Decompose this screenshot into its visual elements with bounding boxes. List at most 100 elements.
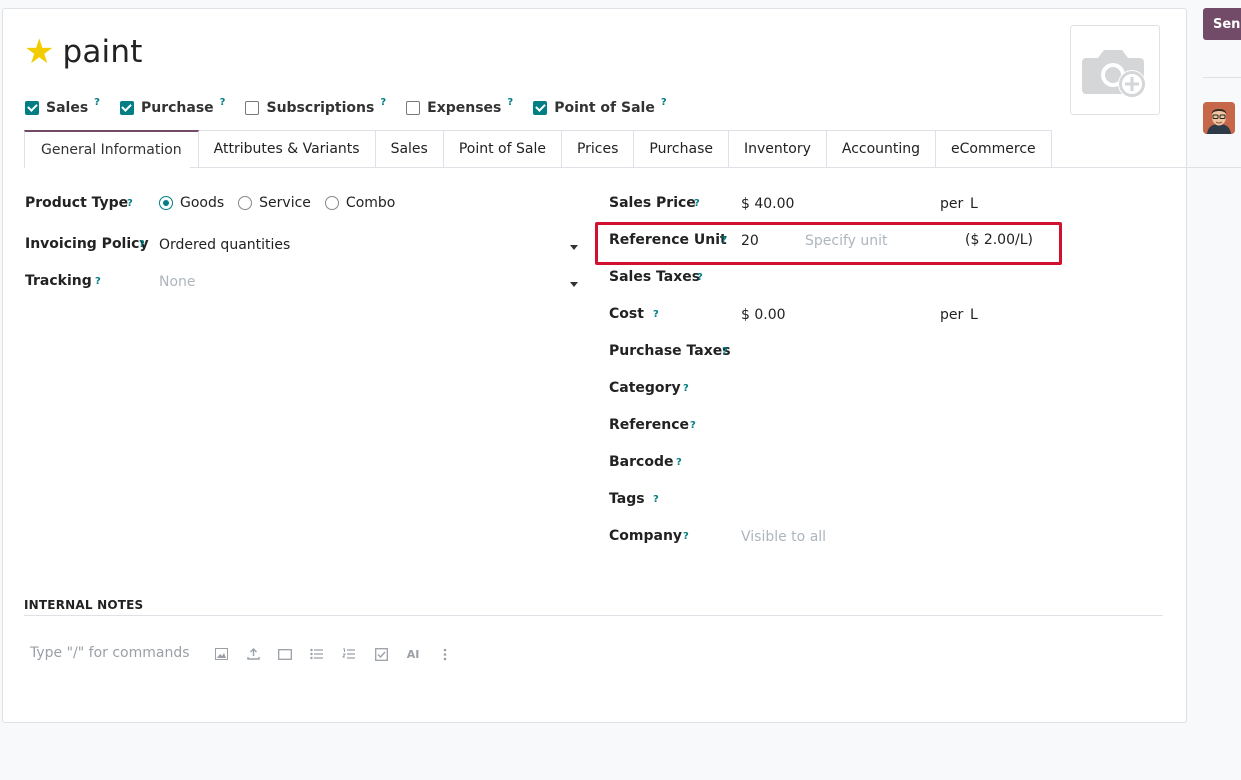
ai-icon[interactable]: AI [405,646,421,662]
tab-point-of-sale[interactable]: Point of Sale [443,130,562,168]
radio-selected[interactable] [159,196,173,210]
sales-price-label: Sales Price [609,195,696,211]
tab-attributes-variants[interactable]: Attributes & Variants [198,130,376,168]
internal-notes-divider [24,615,1163,616]
help-icon[interactable]: ? [95,276,101,287]
help-icon[interactable]: ? [694,198,700,209]
tags-label: Tags [609,491,645,507]
barcode-label: Barcode [609,454,674,470]
sales-price-unit: L [970,196,978,212]
invoicing-policy-label: Invoicing Policy [25,236,149,252]
product-type-radio-group: Goods Service Combo [159,195,409,211]
tab-prices[interactable]: Prices [561,130,635,168]
radio-unselected[interactable] [324,196,339,210]
sales-price-input[interactable]: $ 40.00 [741,196,794,212]
internal-notes-title: INTERNAL NOTES [24,598,144,612]
notebook-tabs: General Information Attributes & Variant… [24,130,1052,168]
purchase-checkbox[interactable] [119,101,134,115]
subscriptions-checkbox[interactable] [245,101,260,115]
flag-point-of-sale[interactable]: Point of Sale ? [533,97,667,116]
product-flags: Sales ? Purchase ? Subscriptions ? Expen… [25,97,687,116]
frame-icon[interactable] [277,646,293,662]
cost-per: per [940,307,964,323]
help-icon[interactable]: ? [139,239,145,250]
help-icon[interactable]: ? [380,97,386,108]
flag-subscriptions[interactable]: Subscriptions ? [245,97,386,116]
help-icon[interactable]: ? [220,97,226,108]
editor-toolbar: AI [213,646,469,662]
radio-label: Goods [180,195,225,211]
cost-input[interactable]: $ 0.00 [741,307,786,323]
invoicing-policy-select[interactable]: Ordered quantities [159,237,290,253]
flag-expenses-label: Expenses [427,100,502,116]
flag-point-of-sale-label: Point of Sale [554,100,655,116]
cost-unit: L [970,307,978,323]
radio-label: Combo [345,195,396,211]
flag-expenses[interactable]: Expenses ? [406,97,513,116]
company-label: Company [609,528,683,544]
help-icon[interactable]: ? [127,198,133,209]
tab-inventory[interactable]: Inventory [728,130,827,168]
favorite-star-icon[interactable]: ★ [24,35,54,69]
help-icon[interactable]: ? [661,97,667,108]
more-options-icon[interactable] [437,646,453,662]
avatar[interactable] [1203,102,1235,134]
flag-subscriptions-label: Subscriptions [266,100,375,116]
internal-notes-editor[interactable]: Type "/" for commands [30,645,190,661]
tab-purchase[interactable]: Purchase [634,130,729,168]
upload-icon[interactable] [245,646,261,662]
tracking-label: Tracking [25,273,92,289]
product-type-label: Product Type [25,195,129,211]
reference-label: Reference [609,417,690,433]
tab-ecommerce[interactable]: eCommerce [936,130,1052,168]
reference-unit-quantity-input[interactable]: 20 [741,233,759,249]
radio-label: Service [259,195,311,211]
tabs-divider [190,167,1241,168]
help-icon[interactable]: ? [653,494,659,505]
tab-accounting[interactable]: Accounting [826,130,937,168]
category-label: Category [609,380,681,396]
reference-unit-label: Reference Unit [609,232,727,248]
reference-unit-price: ($ 2.00/L) [965,232,1033,248]
help-icon[interactable]: ? [683,383,689,394]
chatter-divider [1203,77,1241,78]
title-row: ★ paint [24,34,143,70]
product-image-upload[interactable] [1070,25,1160,115]
image-icon[interactable] [213,646,229,662]
sales-taxes-label: Sales Taxes [609,269,701,285]
tab-sales[interactable]: Sales [375,130,444,168]
point-of-sale-checkbox[interactable] [533,101,548,115]
radio-unselected[interactable] [238,196,253,210]
tab-general-information[interactable]: General Information [24,130,199,168]
reference-unit-uom-input[interactable]: Specify unit [805,233,888,249]
cost-label: Cost [609,306,644,322]
chevron-down-icon[interactable] [570,282,578,287]
product-type-service[interactable]: Service [238,195,311,211]
send-message-button[interactable]: Send [1203,8,1241,40]
help-icon[interactable]: ? [507,97,513,108]
help-icon[interactable]: ? [676,457,682,468]
help-icon[interactable]: ? [721,235,727,246]
product-type-combo[interactable]: Combo [324,195,396,211]
sales-checkbox[interactable] [25,101,39,115]
product-name[interactable]: paint [62,34,142,70]
help-icon[interactable]: ? [683,531,689,542]
sales-price-per: per [940,196,964,212]
flag-purchase[interactable]: Purchase ? [119,97,226,116]
expenses-checkbox[interactable] [406,101,421,115]
numbered-list-icon[interactable] [341,646,357,662]
product-type-goods[interactable]: Goods [159,195,224,211]
company-select[interactable]: Visible to all [741,529,826,545]
help-icon[interactable]: ? [653,309,659,320]
flag-purchase-label: Purchase [140,100,214,116]
chevron-down-icon[interactable] [570,245,578,250]
flag-sales-label: Sales [46,100,89,116]
help-icon[interactable]: ? [690,420,696,431]
checklist-icon[interactable] [373,646,389,662]
help-icon[interactable]: ? [722,346,728,357]
flag-sales[interactable]: Sales ? [25,97,100,116]
bulleted-list-icon[interactable] [309,646,325,662]
help-icon[interactable]: ? [697,272,703,283]
help-icon[interactable]: ? [94,97,100,108]
tracking-select[interactable]: None [159,274,196,290]
